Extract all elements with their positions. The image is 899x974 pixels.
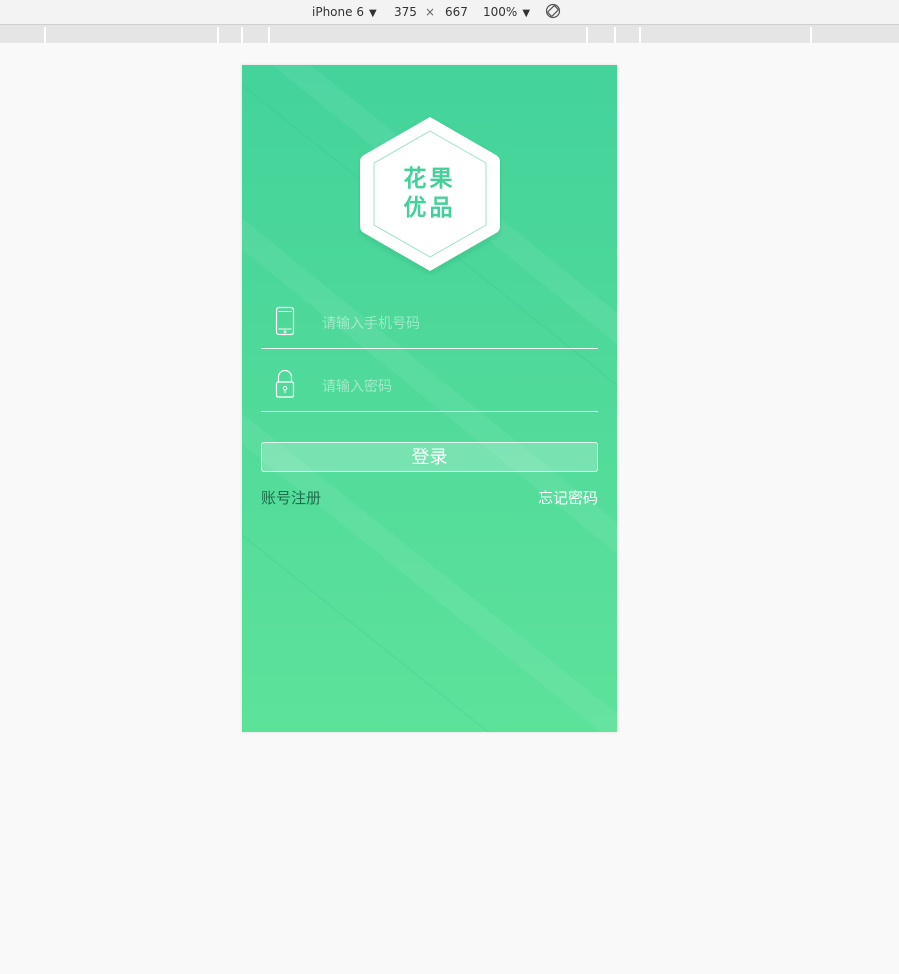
login-button[interactable]: 登录 [261, 442, 598, 472]
rotate-icon[interactable] [545, 3, 561, 19]
zoom-select[interactable]: 100% ▼ [483, 4, 530, 20]
device-select[interactable]: iPhone 6 ▼ [312, 4, 377, 20]
ruler-tick [241, 27, 243, 43]
logo-line-1: 花果 [403, 166, 456, 192]
viewport-width-input[interactable]: 375 [394, 4, 417, 20]
lock-icon [273, 368, 297, 400]
ruler-tick [614, 27, 616, 43]
ruler-tick [639, 27, 641, 43]
ruler-tick [217, 27, 219, 43]
phone-number-field [261, 301, 598, 349]
ruler-tick [810, 27, 812, 43]
logo-wordmark: 花果 优品 [242, 165, 617, 223]
dimension-separator: × [425, 5, 436, 19]
register-link[interactable]: 账号注册 [261, 488, 321, 508]
logo-line-2: 优品 [403, 195, 456, 221]
phone-viewport: 花果 优品 登录 账号注册 忘记密码 [242, 65, 617, 732]
phone-number-input[interactable] [320, 307, 594, 341]
zoom-value: 100% [483, 5, 518, 19]
device-name: iPhone 6 [312, 5, 364, 19]
ruler-tick [586, 27, 588, 43]
devtools-device-toolbar: iPhone 6 ▼ 375 × 667 100% ▼ [0, 0, 899, 25]
ruler-tick [268, 27, 270, 43]
ruler-tick [44, 27, 46, 43]
zoom-dropdown-caret-icon: ▼ [522, 8, 531, 19]
mobile-phone-icon [273, 305, 297, 337]
device-dropdown-caret-icon: ▼ [368, 8, 377, 19]
password-input[interactable] [320, 370, 594, 404]
media-query-ruler[interactable] [0, 25, 899, 43]
password-field [261, 364, 598, 412]
viewport-height-input[interactable]: 667 [445, 4, 468, 20]
forgot-password-link[interactable]: 忘记密码 [538, 488, 598, 508]
